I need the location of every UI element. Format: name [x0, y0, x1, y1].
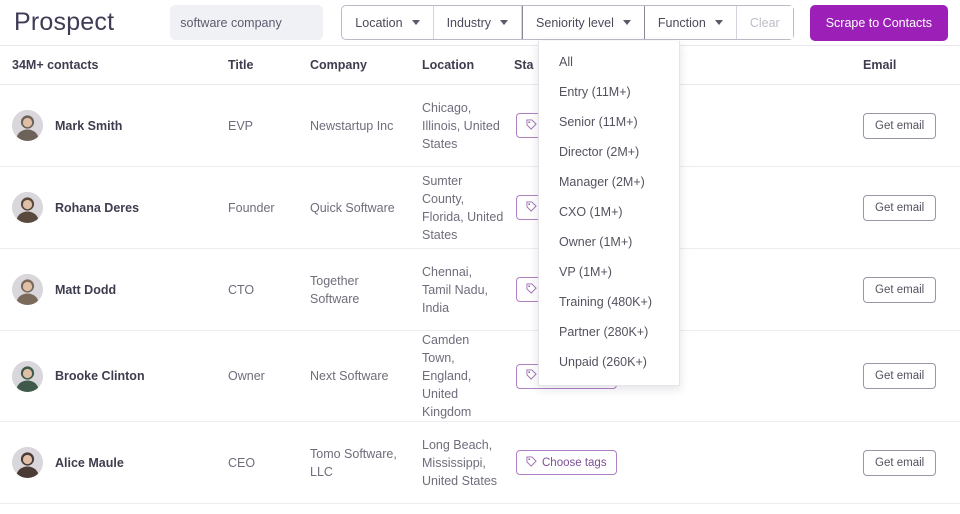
- tag-icon: [526, 369, 537, 383]
- column-header-location: Location: [422, 58, 475, 72]
- search-box[interactable]: [170, 5, 324, 40]
- get-email-button[interactable]: Get email: [863, 363, 937, 389]
- dropdown-item-cxo[interactable]: CXO (1M+): [539, 197, 679, 227]
- dropdown-item-partner[interactable]: Partner (280K+): [539, 317, 679, 347]
- dropdown-item-owner[interactable]: Owner (1M+): [539, 227, 679, 257]
- choose-tags-label: Choose tags: [542, 456, 607, 469]
- cell-company: Tomo Software, LLC: [310, 446, 397, 479]
- choose-tags-button[interactable]: Choose tags: [516, 450, 617, 475]
- dropdown-item-unpaid[interactable]: Unpaid (260K+): [539, 347, 679, 377]
- dropdown-item-entry[interactable]: Entry (11M+): [539, 77, 679, 107]
- get-email-button[interactable]: Get email: [863, 276, 937, 303]
- get-email-button[interactable]: Get email: [863, 449, 937, 476]
- search-input[interactable]: [170, 15, 324, 30]
- filter-function[interactable]: Function: [644, 6, 737, 39]
- cell-status: Choose tags: [514, 450, 863, 475]
- cell-title: CTO: [228, 282, 255, 297]
- tag-icon: [526, 200, 537, 215]
- clear-filters-button[interactable]: Clear: [736, 6, 793, 39]
- contact-name[interactable]: Rohana Deres: [55, 201, 139, 215]
- filter-industry[interactable]: Industry: [433, 6, 523, 39]
- filter-seniority-level-label: Seniority level: [536, 15, 614, 30]
- cell-location: Chicago, Illinois, United States: [422, 100, 500, 151]
- cell-company: Together Software: [310, 273, 360, 306]
- chevron-down-icon: [622, 20, 631, 25]
- cell-title: Owner: [228, 369, 265, 383]
- cell-company: Quick Software: [310, 200, 395, 215]
- avatar: [12, 447, 43, 478]
- avatar: [12, 192, 43, 223]
- top-bar: Prospect Location Industry Seniority lev…: [0, 0, 960, 386]
- tag-icon: [526, 282, 537, 297]
- filter-seniority-level[interactable]: Seniority level: [522, 6, 645, 39]
- chevron-down-icon: [714, 20, 723, 25]
- column-header-contacts: 34M+ contacts: [12, 58, 99, 72]
- cell-contact: Mark Smith: [0, 110, 228, 141]
- table-row[interactable]: Rohana Deres Founder Quick Software Sumter …: [0, 167, 960, 249]
- dropdown-item-director[interactable]: Director (2M+): [539, 137, 679, 167]
- table-row[interactable]: Matt Dodd CTO Together Software Chennai, Ta…: [0, 249, 960, 331]
- table-row[interactable]: Mark Smith EVP Newstartup Inc Chicago, Illi…: [0, 85, 960, 167]
- column-header-company: Company: [310, 58, 367, 72]
- avatar: [12, 360, 43, 392]
- chevron-down-icon: [500, 20, 509, 25]
- cell-email: Get email: [863, 276, 960, 303]
- cell-contact: Alice Maule: [0, 447, 228, 478]
- tag-icon: [526, 118, 537, 133]
- contact-name[interactable]: Matt Dodd: [55, 283, 116, 297]
- dropdown-item-senior[interactable]: Senior (11M+): [539, 107, 679, 137]
- table-row[interactable]: Brooke Clinton Owner Next Software Camden T…: [0, 331, 960, 422]
- table-body: Mark Smith EVP Newstartup Inc Chicago, Illi…: [0, 85, 960, 504]
- contact-name[interactable]: Alice Maule: [55, 456, 124, 470]
- cell-location: Camden Town, England, United Kingdom: [422, 333, 472, 419]
- dropdown-item-training[interactable]: Training (480K+): [539, 287, 679, 317]
- dropdown-item-manager[interactable]: Manager (2M+): [539, 167, 679, 197]
- cell-email: Get email: [863, 363, 960, 389]
- filter-function-label: Function: [657, 15, 706, 30]
- cell-location: Sumter County, Florida, United States: [422, 173, 504, 242]
- cell-email: Get email: [863, 449, 960, 476]
- get-email-button[interactable]: Get email: [863, 194, 937, 221]
- get-email-button[interactable]: Get email: [863, 112, 937, 139]
- contact-name[interactable]: Brooke Clinton: [55, 369, 145, 383]
- avatar: [12, 110, 43, 141]
- cell-title: EVP: [228, 118, 254, 133]
- cell-company: Newstartup Inc: [310, 118, 394, 133]
- table-header-row: 34M+ contacts Title Company Location Sta…: [0, 46, 960, 85]
- filter-location-label: Location: [355, 15, 403, 30]
- filter-industry-label: Industry: [446, 15, 492, 30]
- cell-contact: Brooke Clinton: [0, 360, 228, 392]
- page-title: Prospect: [14, 8, 115, 36]
- cell-contact: Rohana Deres: [0, 192, 228, 223]
- seniority-level-dropdown: All Entry (11M+) Senior (11M+) Director …: [538, 41, 680, 386]
- column-header-title: Title: [228, 58, 254, 72]
- dropdown-item-all[interactable]: All: [539, 47, 679, 77]
- cell-location: Chennai, Tamil Nadu, India: [422, 264, 488, 315]
- cell-email: Get email: [863, 112, 960, 139]
- column-header-email: Email: [863, 58, 897, 72]
- cell-title: CEO: [228, 455, 256, 470]
- cell-location: Long Beach, Mississippi, United States: [422, 437, 498, 488]
- table-row[interactable]: Alice Maule CEO Tomo Software, LLC Long Bea…: [0, 422, 960, 504]
- dropdown-item-vp[interactable]: VP (1M+): [539, 257, 679, 287]
- tag-icon: [526, 455, 537, 470]
- contact-name[interactable]: Mark Smith: [55, 119, 122, 133]
- cell-title: Founder: [228, 200, 275, 215]
- avatar: [12, 274, 43, 305]
- cell-email: Get email: [863, 194, 960, 221]
- contacts-table: 34M+ contacts Title Company Location Sta…: [0, 46, 960, 504]
- filter-group: Location Industry Seniority level Functi…: [341, 5, 794, 40]
- scrape-to-contacts-button[interactable]: Scrape to Contacts: [809, 4, 948, 41]
- cell-company: Next Software: [310, 369, 389, 383]
- chevron-down-icon: [411, 20, 420, 25]
- filter-location[interactable]: Location: [342, 6, 434, 39]
- cell-contact: Matt Dodd: [0, 274, 228, 305]
